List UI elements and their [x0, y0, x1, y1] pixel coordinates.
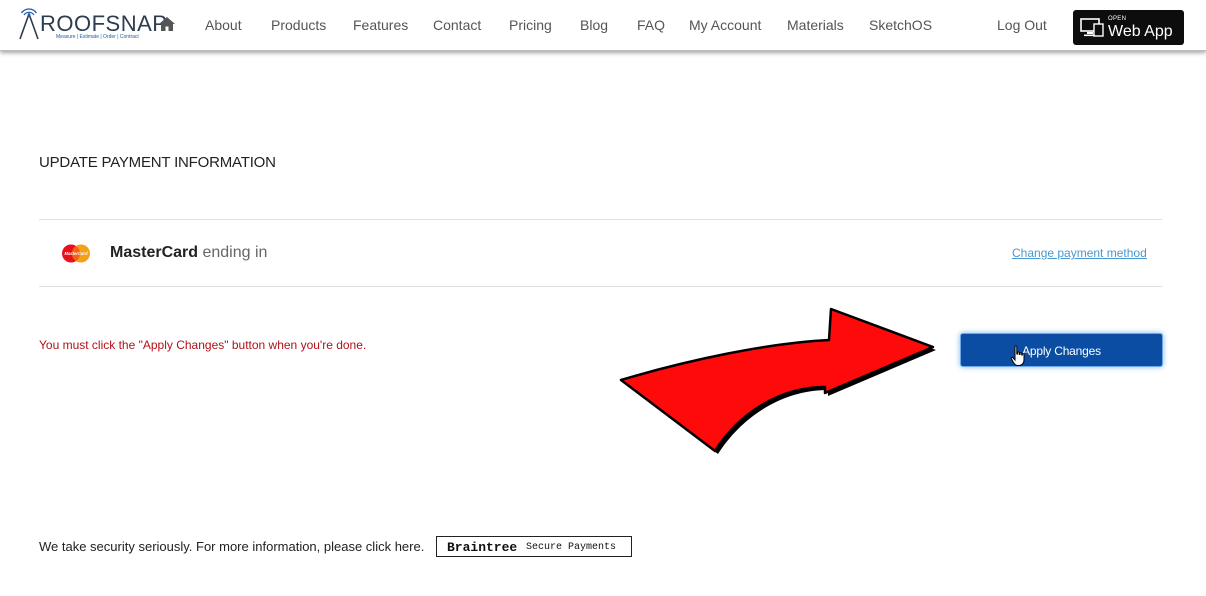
home-icon[interactable] [158, 16, 176, 32]
top-navbar: ROOFSNAP Measure | Estimate | Order | Co… [0, 0, 1206, 51]
nav-item-features[interactable]: Features [353, 17, 408, 33]
divider-top [39, 219, 1162, 220]
page-title: UPDATE PAYMENT INFORMATION [39, 154, 276, 171]
apply-changes-button[interactable]: Apply Changes [960, 333, 1163, 367]
logo-tagline: Measure | Estimate | Order | Contract [56, 34, 139, 40]
security-info-text[interactable]: We take security seriously. For more inf… [39, 539, 424, 554]
roofsnap-logo[interactable]: ROOFSNAP Measure | Estimate | Order | Co… [18, 6, 167, 44]
braintree-subtitle: Secure Payments [526, 542, 617, 553]
logout-link[interactable]: Log Out [997, 17, 1047, 33]
hand-pointer-icon [1010, 345, 1025, 366]
nav-item-contact[interactable]: Contact [433, 17, 481, 33]
nav-item-blog[interactable]: Blog [580, 17, 608, 33]
nav-item-materials[interactable]: Materials [787, 17, 844, 33]
nav-item-faq[interactable]: FAQ [637, 17, 665, 33]
card-ending-text: ending in [202, 244, 268, 261]
mastercard-icon: MasterCard [62, 244, 90, 263]
mastercard-logo-text: MasterCard [64, 251, 87, 256]
braintree-badge[interactable]: Braintree Secure Payments [436, 536, 632, 557]
nav-item-products[interactable]: Products [271, 17, 326, 33]
open-web-app-button[interactable]: OPEN Web App [1073, 10, 1184, 45]
nav-item-my-account[interactable]: My Account [689, 17, 761, 33]
divider-bottom [39, 286, 1162, 287]
monitor-icon [1080, 18, 1104, 37]
nav-item-about[interactable]: About [205, 17, 242, 33]
red-arrow-icon [619, 307, 936, 454]
braintree-name: Braintree [447, 540, 518, 555]
nav-item-pricing[interactable]: Pricing [509, 17, 552, 33]
change-payment-method-link[interactable]: Change payment method [1012, 246, 1147, 260]
webapp-label: Web App [1108, 23, 1173, 40]
logo-antenna-icon [19, 8, 39, 40]
card-brand: MasterCard [110, 244, 199, 261]
webapp-open-label: OPEN [1108, 16, 1127, 22]
nav-item-sketchos[interactable]: SketchOS [869, 17, 932, 33]
logo-wordmark: ROOFSNAP [40, 11, 168, 36]
card-description: MasterCard ending in [110, 244, 267, 262]
apply-changes-warning: You must click the "Apply Changes" butto… [39, 338, 367, 352]
